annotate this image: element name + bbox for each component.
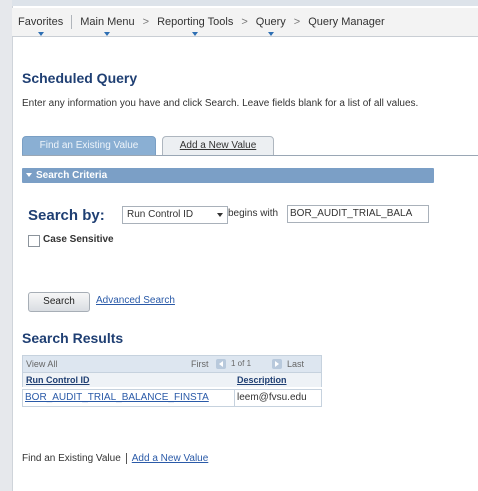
footer-add-new-value-link[interactable]: Add a New Value xyxy=(132,453,209,464)
footer-divider xyxy=(125,453,127,464)
column-header-description[interactable]: Description xyxy=(237,373,287,387)
next-arrow-icon[interactable] xyxy=(272,359,282,369)
breadcrumb-query-manager-label: Query Manager xyxy=(308,16,385,28)
search-criteria-label: Search Criteria xyxy=(36,170,108,181)
run-control-id-cell[interactable]: BOR_AUDIT_TRIAL_BALANCE_FINSTA xyxy=(25,390,233,406)
table-row[interactable]: BOR_AUDIT_TRIAL_BALANCE_FINSTA leem@fvsu… xyxy=(22,389,322,407)
tab-add-new-value[interactable]: Add a New Value xyxy=(162,136,274,156)
tab-find-existing-value[interactable]: Find an Existing Value xyxy=(22,136,156,156)
case-sensitive-label: Case Sensitive xyxy=(43,234,114,245)
nav-divider xyxy=(71,15,73,29)
search-by-label: Search by: xyxy=(28,207,105,224)
main-menu-dropdown-icon xyxy=(104,32,111,36)
left-frame-strip xyxy=(0,0,13,491)
search-criteria-header[interactable]: Search Criteria xyxy=(22,168,434,183)
breadcrumb-query-label: Query xyxy=(255,16,286,28)
breadcrumb-separator-icon: > xyxy=(241,16,248,28)
breadcrumb-reporting-tools-label: Reporting Tools xyxy=(157,16,234,28)
page-count: 1 of 1 xyxy=(231,359,252,368)
favorites-dropdown-icon xyxy=(37,32,44,36)
column-header-run-control-id[interactable]: Run Control ID xyxy=(26,373,90,387)
first-link[interactable]: First xyxy=(191,356,209,372)
footer-find-existing-value[interactable]: Find an Existing Value xyxy=(22,453,121,464)
breadcrumb-query-manager[interactable]: Query Manager xyxy=(302,16,390,28)
description-cell[interactable]: leem@fvsu.edu xyxy=(237,390,321,406)
view-all-link[interactable]: View All xyxy=(26,356,57,372)
reporting-tools-dropdown-icon xyxy=(192,32,199,36)
footer-links: Find an Existing Value Add a New Value xyxy=(22,453,208,464)
collapse-toggle-icon[interactable] xyxy=(26,173,32,178)
advanced-search-link[interactable]: Advanced Search xyxy=(96,295,175,306)
breadcrumb-separator-icon: > xyxy=(293,16,301,28)
last-link[interactable]: Last xyxy=(287,356,304,372)
page-instructions: Enter any information you have and click… xyxy=(22,98,419,109)
search-button[interactable]: Search xyxy=(28,292,90,312)
results-grid-header: Run Control ID Description xyxy=(22,373,322,387)
breadcrumb-reporting-tools[interactable]: Reporting Tools xyxy=(151,16,239,36)
search-field-select[interactable]: Run Control ID xyxy=(122,206,228,224)
search-field-value: Run Control ID xyxy=(127,209,194,220)
main-menu[interactable]: Main Menu xyxy=(74,16,140,36)
chevron-down-icon xyxy=(217,213,223,217)
tab-underline xyxy=(22,155,478,156)
main-menu-label: Main Menu xyxy=(80,16,135,28)
search-results-title: Search Results xyxy=(22,330,124,346)
top-frame-strip xyxy=(12,0,478,6)
navigation-bar: Favorites Main Menu > Reporting Tools > … xyxy=(12,8,478,37)
results-grid-navigation: View All First 1 of 1 Last xyxy=(22,355,322,373)
page-title: Scheduled Query xyxy=(22,70,138,86)
breadcrumb-query[interactable]: Query xyxy=(250,16,292,36)
column-divider xyxy=(234,390,235,406)
breadcrumb-separator-icon: > xyxy=(142,16,150,28)
favorites-menu[interactable]: Favorites xyxy=(12,16,69,36)
favorites-label: Favorites xyxy=(18,16,64,28)
search-value-input[interactable]: BOR_AUDIT_TRIAL_BALA xyxy=(287,205,429,223)
query-dropdown-icon xyxy=(267,32,274,36)
case-sensitive-checkbox[interactable] xyxy=(28,235,40,247)
search-operator: begins with xyxy=(228,208,279,219)
previous-arrow-icon[interactable] xyxy=(216,359,226,369)
